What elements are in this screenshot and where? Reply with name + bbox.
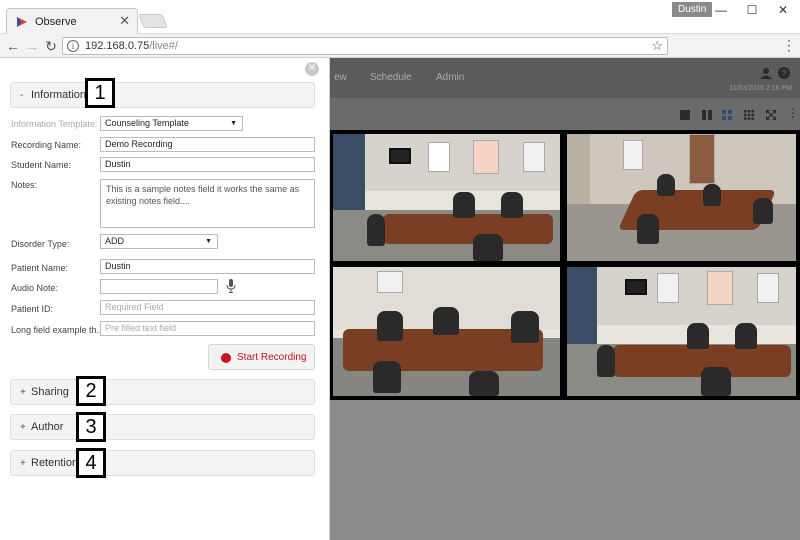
recording-details-panel: ✕ - Information 1 Information Template: … [0,58,330,540]
reload-icon[interactable]: ↻ [42,37,60,55]
close-window-button[interactable]: ✕ [768,2,798,18]
url-host: 192.168.0.75 [85,40,150,52]
url-path: /live#/ [149,40,178,52]
layout-nine-grid-icon[interactable] [744,110,754,120]
browser-toolbar: ← → ↻ i 192.168.0.75/live#/ ☆ ⋮ [0,34,800,58]
start-recording-label: Start Recording [237,352,307,363]
expand-icon: + [20,387,26,398]
more-options-icon[interactable]: ⋮ [787,106,799,120]
disorder-type-value: ADD [105,236,125,246]
record-dot-icon [221,353,231,363]
browser-tab[interactable]: Observe ✕ [6,8,138,35]
url-text: 192.168.0.75/live#/ [85,40,178,52]
disorder-type-label: Disorder Type: [11,239,70,249]
patient-name-input[interactable]: Dustin [100,259,315,274]
dropdown-arrow-icon: ▼ [230,120,237,127]
layout-split-icon[interactable] [702,110,712,120]
address-bar[interactable]: i 192.168.0.75/live#/ ☆ [62,37,668,55]
information-template-select[interactable]: Counseling Template ▼ [100,116,243,131]
svg-text:?: ? [781,69,786,79]
section-information-header[interactable]: - Information [10,82,315,108]
bookmark-star-icon[interactable]: ☆ [651,38,663,54]
section-retention-label: Retention [31,457,79,469]
callout-4: 4 [76,448,106,478]
disorder-type-select[interactable]: ADD ▼ [100,234,218,249]
user-icon[interactable] [760,67,772,79]
tab-title: Observe [35,16,77,28]
back-arrow-icon[interactable]: ← [4,37,22,55]
info-icon[interactable]: i [67,40,79,52]
expand-icon: + [20,458,26,469]
current-datetime: 11/03/2016 2:16 PM [729,85,792,92]
app-header: ew Schedule Admin ? 11/03/2016 2:16 PM [330,58,800,98]
nav-item-view[interactable]: ew [334,72,347,83]
microphone-icon[interactable] [226,279,236,293]
maximize-button[interactable]: ☐ [737,2,767,18]
observe-logo-icon [17,17,27,27]
forward-arrow-icon[interactable]: → [23,37,41,55]
dropdown-arrow-icon: ▼ [205,238,212,245]
recording-name-label: Recording Name: [11,140,82,150]
notes-textarea[interactable]: This is a sample notes field it works th… [100,179,315,228]
student-name-label: Student Name: [11,160,72,170]
camera-feed-2[interactable] [567,134,796,261]
information-template-value: Counseling Template [105,118,189,128]
app-lower-area [330,400,800,540]
camera-feed-1[interactable] [333,134,560,261]
audio-note-input[interactable] [100,279,218,294]
callout-3: 3 [76,412,106,442]
layout-quad-icon[interactable] [722,110,732,120]
camera-feed-3[interactable] [333,267,560,396]
patient-id-label: Patient ID: [11,304,54,314]
layout-toolbar: ⋮ [330,98,800,130]
callout-2: 2 [76,376,106,406]
notes-label: Notes: [11,180,38,190]
long-field-input[interactable]: Pre filled text field [100,321,315,336]
collapse-icon: - [20,90,24,101]
help-icon[interactable]: ? [778,67,790,79]
callout-1: 1 [85,78,115,108]
start-recording-button[interactable]: Start Recording [208,344,315,370]
minimize-button[interactable]: — [706,2,736,18]
camera-feed-4[interactable] [567,267,796,396]
audio-note-label: Audio Note: [11,283,59,293]
patient-id-input[interactable]: Required Field [100,300,315,315]
browser-menu-icon[interactable]: ⋮ [782,37,796,54]
section-sharing-header[interactable]: + Sharing [10,379,315,405]
section-author-header[interactable]: + Author [10,414,315,440]
information-template-label: Information Template: [11,119,98,129]
long-field-label: Long field example th... [11,325,105,335]
recording-name-input[interactable]: Demo Recording [100,137,315,152]
camera-grid [330,130,800,400]
nav-item-schedule[interactable]: Schedule [370,72,412,83]
tab-close-icon[interactable]: ✕ [119,13,130,29]
close-panel-icon[interactable]: ✕ [305,62,319,76]
fullscreen-icon[interactable] [766,110,776,120]
layout-single-icon[interactable] [680,110,690,120]
browser-titlebar: Observe ✕ Dustin — ☐ ✕ [0,0,800,35]
section-information-label: Information [31,89,87,101]
patient-name-label: Patient Name: [11,263,69,273]
nav-item-admin[interactable]: Admin [436,72,464,83]
new-tab-button[interactable] [138,14,168,28]
section-retention-header[interactable]: + Retention [10,450,315,476]
section-sharing-label: Sharing [31,386,69,398]
expand-icon: + [20,422,26,433]
student-name-input[interactable]: Dustin [100,157,315,172]
section-author-label: Author [31,421,64,433]
